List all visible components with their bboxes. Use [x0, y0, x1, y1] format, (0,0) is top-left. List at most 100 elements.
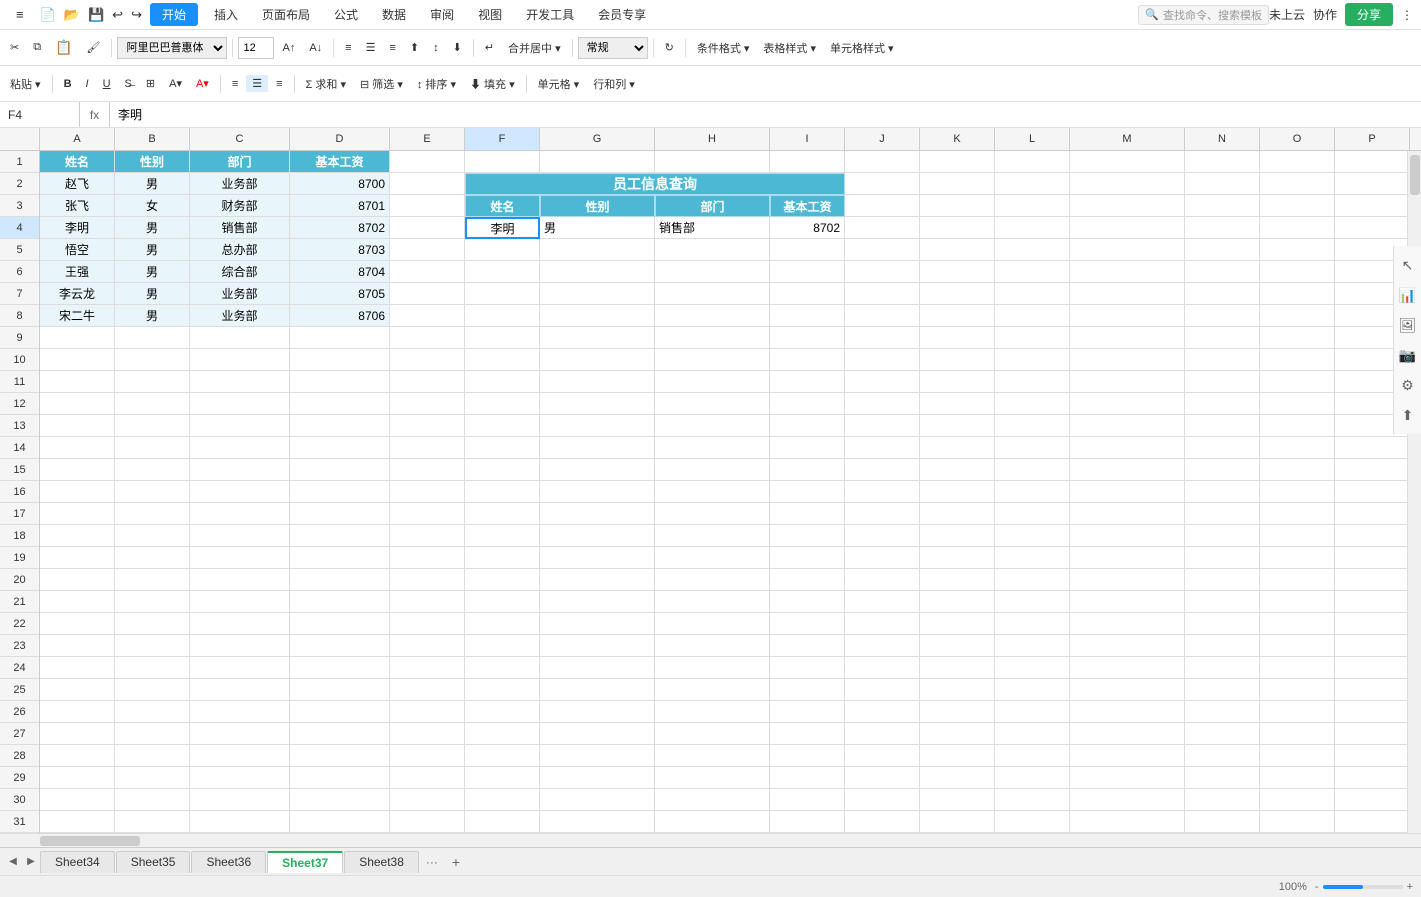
col-header-C[interactable]: C: [190, 128, 290, 150]
cell-C26[interactable]: [190, 701, 290, 723]
cell-B16[interactable]: [115, 481, 190, 503]
font-name-select[interactable]: 阿里巴巴普惠体: [117, 37, 227, 59]
cell-J15[interactable]: [845, 459, 920, 481]
cell-M12[interactable]: [1070, 393, 1185, 415]
cell-N22[interactable]: [1185, 613, 1260, 635]
cell-H24[interactable]: [655, 657, 770, 679]
cell-F19[interactable]: [465, 547, 540, 569]
cell-I14[interactable]: [770, 437, 845, 459]
cell-A5[interactable]: 悟空: [40, 239, 115, 261]
cell-O13[interactable]: [1260, 415, 1335, 437]
cell-I21[interactable]: [770, 591, 845, 613]
cell-A18[interactable]: [40, 525, 115, 547]
cell-H7[interactable]: [655, 283, 770, 305]
sidebar-settings-icon[interactable]: ⚙: [1397, 374, 1419, 396]
cell-H18[interactable]: [655, 525, 770, 547]
cell-M27[interactable]: [1070, 723, 1185, 745]
cell-C9[interactable]: [190, 327, 290, 349]
cell-O17[interactable]: [1260, 503, 1335, 525]
cell-C13[interactable]: [190, 415, 290, 437]
cell-A6[interactable]: 王强: [40, 261, 115, 283]
cell-P28[interactable]: [1335, 745, 1407, 767]
cell-B8[interactable]: 男: [115, 305, 190, 327]
cell-F20[interactable]: [465, 569, 540, 591]
align-left-icon[interactable]: ≡: [339, 40, 357, 56]
cell-N2[interactable]: [1185, 173, 1260, 195]
cell-M21[interactable]: [1070, 591, 1185, 613]
row-header-5[interactable]: 5: [0, 239, 39, 261]
cell-I22[interactable]: [770, 613, 845, 635]
convert-icon[interactable]: ↻: [659, 39, 680, 56]
cell-P2[interactable]: [1335, 173, 1407, 195]
cell-K15[interactable]: [920, 459, 995, 481]
cell-B30[interactable]: [115, 789, 190, 811]
cell-A10[interactable]: [40, 349, 115, 371]
cell-K12[interactable]: [920, 393, 995, 415]
cell-H27[interactable]: [655, 723, 770, 745]
sheet-nav-prev[interactable]: ◀: [4, 853, 22, 871]
cell-M11[interactable]: [1070, 371, 1185, 393]
cell-P27[interactable]: [1335, 723, 1407, 745]
cell-B5[interactable]: 男: [115, 239, 190, 261]
cell-L18[interactable]: [995, 525, 1070, 547]
cell-B6[interactable]: 男: [115, 261, 190, 283]
cell-G3-qh[interactable]: 性别: [540, 195, 655, 217]
cell-C4[interactable]: 销售部: [190, 217, 290, 239]
cell-K7[interactable]: [920, 283, 995, 305]
cell-P30[interactable]: [1335, 789, 1407, 811]
row-header-1[interactable]: 1: [0, 151, 39, 173]
cell-E13[interactable]: [390, 415, 465, 437]
cell-B21[interactable]: [115, 591, 190, 613]
align-right-icon[interactable]: ≡: [383, 40, 401, 56]
cell-F31[interactable]: [465, 811, 540, 833]
col-header-A[interactable]: A: [40, 128, 115, 150]
cell-N24[interactable]: [1185, 657, 1260, 679]
cell-J31[interactable]: [845, 811, 920, 833]
row-header-4[interactable]: 4: [0, 217, 39, 239]
cell-C23[interactable]: [190, 635, 290, 657]
cell-H23[interactable]: [655, 635, 770, 657]
cell-K10[interactable]: [920, 349, 995, 371]
cell-C8[interactable]: 业务部: [190, 305, 290, 327]
cell-E19[interactable]: [390, 547, 465, 569]
cell-N30[interactable]: [1185, 789, 1260, 811]
cell-N29[interactable]: [1185, 767, 1260, 789]
cell-E24[interactable]: [390, 657, 465, 679]
cell-O11[interactable]: [1260, 371, 1335, 393]
cell-E17[interactable]: [390, 503, 465, 525]
align-center-icon[interactable]: ☰: [360, 39, 382, 56]
sheet-tab-35[interactable]: Sheet35: [116, 851, 191, 873]
cell-A16[interactable]: [40, 481, 115, 503]
cell-D3[interactable]: 8701: [290, 195, 390, 217]
cell-F30[interactable]: [465, 789, 540, 811]
cell-G10[interactable]: [540, 349, 655, 371]
cell-L16[interactable]: [995, 481, 1070, 503]
cell-D10[interactable]: [290, 349, 390, 371]
cell-O21[interactable]: [1260, 591, 1335, 613]
sum-icon[interactable]: Σ 求和 ▾: [300, 74, 352, 94]
cell-O4[interactable]: [1260, 217, 1335, 239]
cell-F18[interactable]: [465, 525, 540, 547]
cell-A29[interactable]: [40, 767, 115, 789]
cell-O1[interactable]: [1260, 151, 1335, 173]
row-header-28[interactable]: 28: [0, 745, 39, 767]
cell-P18[interactable]: [1335, 525, 1407, 547]
cell-A1[interactable]: 姓名: [40, 151, 115, 173]
cell-M20[interactable]: [1070, 569, 1185, 591]
cell-M24[interactable]: [1070, 657, 1185, 679]
more-options-icon[interactable]: ⋮: [1401, 8, 1413, 22]
cell-D22[interactable]: [290, 613, 390, 635]
cell-M25[interactable]: [1070, 679, 1185, 701]
cell-M1[interactable]: [1070, 151, 1185, 173]
cell-D1[interactable]: 基本工资: [290, 151, 390, 173]
table-format-icon[interactable]: 表格样式 ▾: [757, 38, 822, 58]
sidebar-cursor-icon[interactable]: ↖: [1397, 254, 1419, 276]
cell-I28[interactable]: [770, 745, 845, 767]
cell-M26[interactable]: [1070, 701, 1185, 723]
cell-F21[interactable]: [465, 591, 540, 613]
cell-N21[interactable]: [1185, 591, 1260, 613]
cell-C6[interactable]: 综合部: [190, 261, 290, 283]
cell-K17[interactable]: [920, 503, 995, 525]
cell-L17[interactable]: [995, 503, 1070, 525]
cell-J25[interactable]: [845, 679, 920, 701]
